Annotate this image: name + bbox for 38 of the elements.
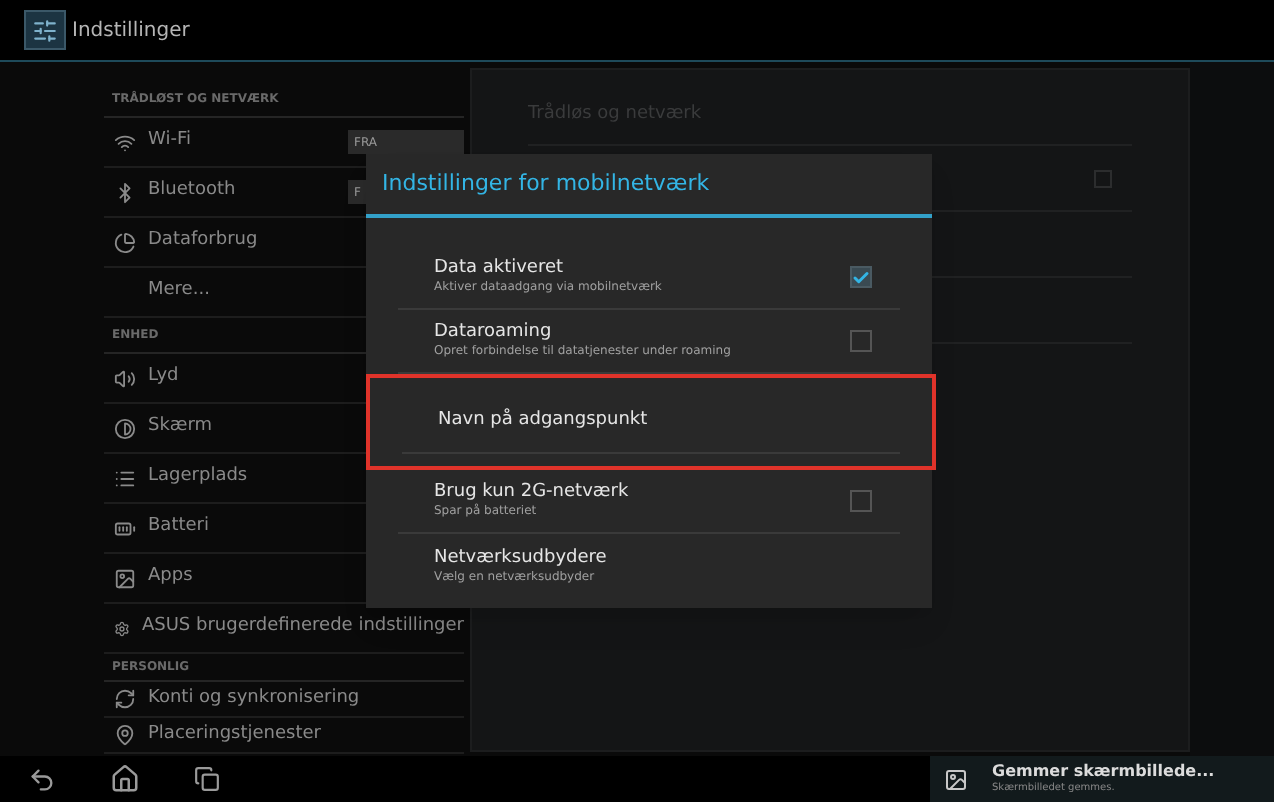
settings-app-icon[interactable] bbox=[24, 10, 66, 50]
item-label: Skærm bbox=[148, 414, 213, 441]
item-label: Batteri bbox=[148, 514, 209, 541]
contrast-icon bbox=[114, 417, 136, 439]
notification-title: Gemmer skærmbillede... bbox=[992, 764, 1215, 780]
item-label: Lyd bbox=[148, 364, 179, 391]
checkbox[interactable] bbox=[850, 490, 872, 512]
checkbox[interactable] bbox=[850, 266, 872, 288]
app-title: Indstillinger bbox=[72, 17, 190, 45]
item-label: Lagerplads bbox=[148, 464, 248, 491]
home-icon[interactable] bbox=[110, 764, 140, 794]
location-icon bbox=[114, 724, 136, 746]
sidebar-item[interactable]: Konti og synkronisering bbox=[104, 682, 464, 718]
dialog-item[interactable]: Navn på adgangspunkt bbox=[402, 390, 900, 454]
image-icon bbox=[944, 767, 968, 791]
checkbox[interactable] bbox=[1094, 169, 1112, 187]
image-icon bbox=[114, 567, 136, 589]
item-title: Dataroaming bbox=[434, 322, 554, 345]
pie-chart-icon bbox=[114, 231, 136, 253]
recent-apps-icon[interactable] bbox=[194, 766, 220, 792]
sync-icon bbox=[114, 688, 136, 710]
item-label: Wi-Fi bbox=[148, 128, 191, 155]
item-label: Apps bbox=[148, 564, 193, 591]
back-icon[interactable] bbox=[28, 765, 56, 793]
list-icon bbox=[114, 467, 136, 489]
bluetooth-icon bbox=[114, 181, 136, 203]
item-label: Placeringstjenester bbox=[148, 721, 321, 748]
sidebar-item[interactable]: Placeringstjenester bbox=[104, 718, 464, 754]
item-label: Mere... bbox=[148, 278, 210, 305]
wifi-icon bbox=[114, 131, 136, 153]
gear-icon bbox=[114, 617, 130, 639]
checkbox[interactable] bbox=[850, 330, 872, 352]
item-label: ASUS brugerdefinerede indstillinger bbox=[141, 614, 464, 641]
item-label: Bluetooth bbox=[148, 178, 236, 205]
battery-icon bbox=[114, 517, 136, 539]
speaker-icon bbox=[114, 367, 136, 389]
item-label: Dataforbrug bbox=[148, 228, 258, 255]
item-label: Konti og synkronisering bbox=[148, 685, 360, 712]
